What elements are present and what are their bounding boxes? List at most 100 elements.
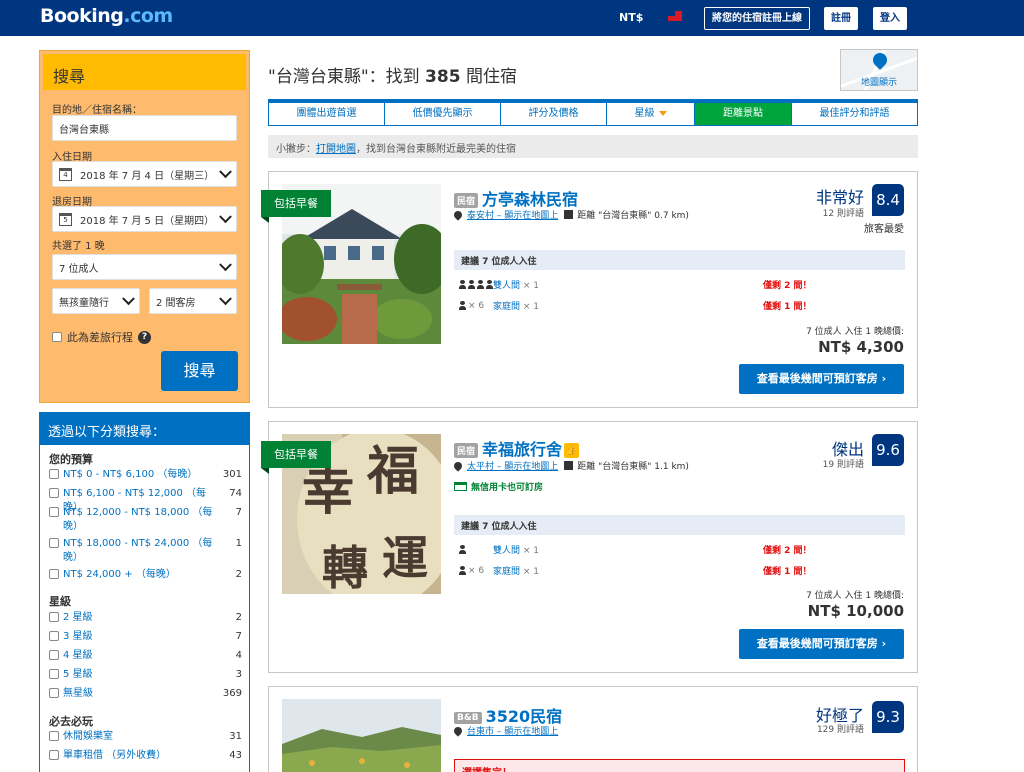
filter-item[interactable]: 2 星級 2 bbox=[49, 611, 242, 625]
map-view-button[interactable]: 地圖顯示 bbox=[840, 49, 918, 91]
area-link[interactable]: 泰安村 – 顯示在地圖上 bbox=[467, 208, 558, 221]
destination-input[interactable]: 台灣台東縣 bbox=[52, 115, 237, 141]
filter-label: 4 星級 bbox=[63, 650, 93, 661]
register-button[interactable]: 註冊 bbox=[824, 7, 858, 30]
filter-item[interactable]: NT$ 18,000 - NT$ 24,000 （每晚） 1 bbox=[49, 537, 242, 565]
business-trip-checkbox[interactable] bbox=[52, 332, 62, 342]
property-type-badge: 民宿 bbox=[454, 193, 479, 208]
rooms-select[interactable]: 2 間客房 bbox=[149, 288, 237, 314]
see-availability-button[interactable]: 查看最後幾間可預訂客房 › bbox=[739, 364, 904, 394]
review-count[interactable]: 129 則評語 bbox=[817, 722, 864, 735]
room-name[interactable]: 家庭間 × 1 bbox=[493, 299, 763, 312]
filter-item[interactable]: 無星級 369 bbox=[49, 687, 242, 701]
sort-tab-stars-label: 星級 bbox=[634, 108, 655, 119]
sort-tab-group[interactable]: 團體出遊首選 bbox=[269, 103, 385, 125]
caret-down-icon bbox=[658, 110, 667, 116]
occupancy: × 6 bbox=[459, 566, 493, 576]
area-link[interactable]: 台東市 – 顯示在地圖上 bbox=[467, 724, 558, 737]
filter-checkbox[interactable] bbox=[49, 731, 59, 741]
filter-item[interactable]: 4 星級 4 bbox=[49, 649, 242, 663]
help-icon[interactable]: ? bbox=[138, 330, 151, 344]
filter-checkbox[interactable] bbox=[49, 650, 59, 660]
distance-icon bbox=[564, 210, 574, 219]
results-title-suffix: 間住宿 bbox=[460, 67, 517, 87]
checkin-date-picker[interactable]: 4 2018 年 7 月 4 日（星期三） bbox=[52, 161, 237, 187]
adults-value: 7 位成人 bbox=[59, 263, 99, 275]
rooms-left-warning: 僅剩 1 間！ bbox=[763, 302, 812, 312]
cta-label: 查看最後幾間可預訂客房 bbox=[756, 372, 878, 385]
review-count[interactable]: 12 則評語 bbox=[823, 206, 864, 219]
filter-item[interactable]: 休閒娛樂室 31 bbox=[49, 730, 242, 744]
occupancy bbox=[459, 545, 493, 554]
filter-checkbox[interactable] bbox=[49, 750, 59, 760]
location-pin-icon bbox=[452, 459, 464, 472]
filter-checkbox[interactable] bbox=[49, 507, 59, 517]
filter-count: 369 bbox=[222, 688, 242, 699]
recommended-for: 建議 7 位成人入住 bbox=[454, 515, 905, 535]
property-name[interactable]: 民宿 方亭森林民宿 bbox=[454, 186, 578, 210]
sort-tab-review-score[interactable]: 最佳評分和評語 bbox=[792, 103, 917, 125]
business-trip-option[interactable]: 此為差旅行程 ? bbox=[52, 329, 151, 345]
svg-text:福: 福 bbox=[366, 441, 419, 502]
property-name[interactable]: 民宿 幸福旅行舍 👍 bbox=[454, 436, 580, 460]
sold-out-alert: 選擇售完！ bbox=[454, 759, 905, 772]
filter-checkbox[interactable] bbox=[49, 631, 59, 641]
filter-item[interactable]: 單車租借 （另外收費） 43 bbox=[49, 749, 242, 763]
filter-count: 3 bbox=[235, 669, 242, 680]
tip-bar: 小撇步：打開地圖，找到台灣台東縣附近最完美的住宿 bbox=[268, 135, 918, 158]
room-name[interactable]: 家庭間 × 1 bbox=[493, 564, 763, 577]
filter-checkbox[interactable] bbox=[49, 669, 59, 679]
property-photo[interactable] bbox=[282, 699, 441, 772]
filter-checkbox[interactable] bbox=[49, 469, 59, 479]
occupancy: × 6 bbox=[459, 301, 493, 311]
filter-item[interactable]: 3 星級 7 bbox=[49, 630, 242, 644]
sort-tab-score-price[interactable]: 評分及價格 bbox=[501, 103, 607, 125]
checkout-date-picker[interactable]: 5 2018 年 7 月 5 日（星期四） bbox=[52, 206, 237, 232]
filter-checkbox[interactable] bbox=[49, 569, 59, 579]
room-name[interactable]: 雙人間 × 1 bbox=[493, 543, 763, 556]
review-count[interactable]: 19 則評語 bbox=[823, 457, 864, 470]
sort-tab-distance[interactable]: 距離景點 bbox=[695, 103, 792, 125]
checkout-date-value: 2018 年 7 月 5 日（星期四） bbox=[80, 215, 215, 227]
booking-logo[interactable]: Booking.com bbox=[40, 5, 173, 27]
filter-checkbox[interactable] bbox=[49, 538, 59, 548]
occupancy-mult: × 6 bbox=[468, 565, 485, 576]
person-icon bbox=[459, 545, 466, 554]
room-qty: × 1 bbox=[522, 281, 540, 291]
filter-item[interactable]: NT$ 0 - NT$ 6,100 （每晚） 301 bbox=[49, 468, 242, 482]
search-button[interactable]: 搜尋 bbox=[161, 351, 238, 391]
filter-item[interactable]: 5 星級 3 bbox=[49, 668, 242, 682]
review-score-badge[interactable]: 9.6 bbox=[872, 434, 904, 466]
children-select[interactable]: 無孩童隨行 bbox=[52, 288, 140, 314]
filter-item[interactable]: NT$ 24,000 + （每晚） 2 bbox=[49, 568, 242, 582]
area-name: 台東市 bbox=[467, 727, 495, 737]
search-panel: 搜尋 目的地／住宿名稱： 台灣台東縣 入住日期 4 2018 年 7 月 4 日… bbox=[39, 50, 250, 403]
sort-tab-stars[interactable]: 星級 bbox=[607, 103, 695, 125]
filter-checkbox[interactable] bbox=[49, 488, 59, 498]
property-name-text: 方亭森林民宿 bbox=[482, 190, 579, 209]
svg-text:轉: 轉 bbox=[322, 541, 368, 594]
room-name[interactable]: 雙人間 × 1 bbox=[493, 278, 763, 291]
login-button[interactable]: 登入 bbox=[873, 7, 907, 30]
filter-item[interactable]: NT$ 12,000 - NT$ 18,000 （每晚） 7 bbox=[49, 506, 242, 534]
breakfast-included-ribbon: 包括早餐 bbox=[261, 441, 331, 474]
review-score-badge[interactable]: 8.4 bbox=[872, 184, 904, 216]
adults-select[interactable]: 7 位成人 bbox=[52, 254, 237, 280]
room-name-text: 家庭間 bbox=[493, 302, 521, 312]
filter-checkbox[interactable] bbox=[49, 612, 59, 622]
open-map-link[interactable]: 打開地圖 bbox=[316, 144, 356, 155]
rooms-left-warning: 僅剩 1 間！ bbox=[763, 567, 812, 577]
review-score-badge[interactable]: 9.3 bbox=[872, 701, 904, 733]
filter-checkbox[interactable] bbox=[49, 688, 59, 698]
results-count: 385 bbox=[425, 67, 461, 87]
language-flag-icon[interactable] bbox=[668, 11, 682, 21]
filter-count: 31 bbox=[229, 731, 242, 742]
list-property-button[interactable]: 將您的住宿註冊上線 bbox=[704, 7, 810, 30]
show-on-map-link: 顯示在地圖上 bbox=[504, 727, 559, 737]
sort-tab-lowest-price[interactable]: 低價優先顯示 bbox=[385, 103, 501, 125]
currency-selector[interactable]: NT$ bbox=[619, 11, 643, 24]
location-pin-icon bbox=[452, 724, 464, 737]
area-link[interactable]: 太平村 – 顯示在地圖上 bbox=[467, 459, 558, 472]
property-location: 台東市 – 顯示在地圖上 bbox=[452, 724, 558, 737]
see-availability-button[interactable]: 查看最後幾間可預訂客房 › bbox=[739, 629, 904, 659]
